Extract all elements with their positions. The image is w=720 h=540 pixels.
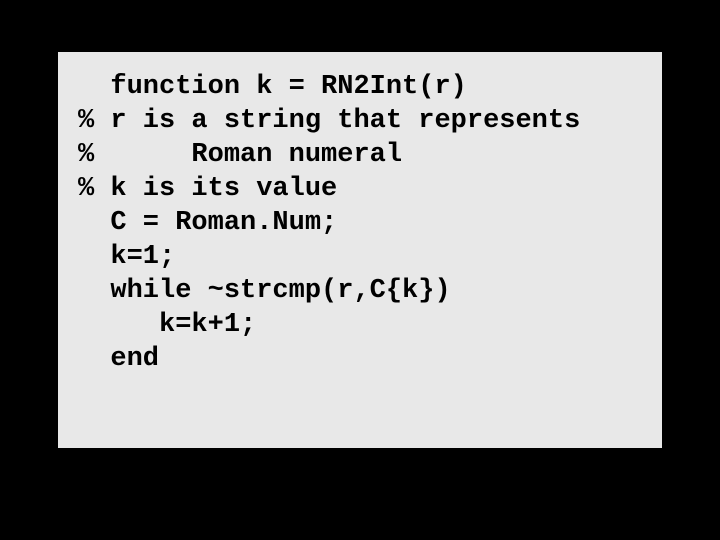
code-line: k=1; [78,240,642,274]
code-line: % r is a string that represents [78,104,642,138]
code-line: % k is its value [78,172,642,206]
code-container: function k = RN2Int(r) % r is a string t… [58,52,662,448]
code-line: function k = RN2Int(r) [78,70,642,104]
code-line: % Roman numeral [78,138,642,172]
code-line: while ~strcmp(r,C{k}) [78,274,642,308]
code-line: end [78,342,642,376]
code-line: k=k+1; [78,308,642,342]
code-line: C = Roman.Num; [78,206,642,240]
